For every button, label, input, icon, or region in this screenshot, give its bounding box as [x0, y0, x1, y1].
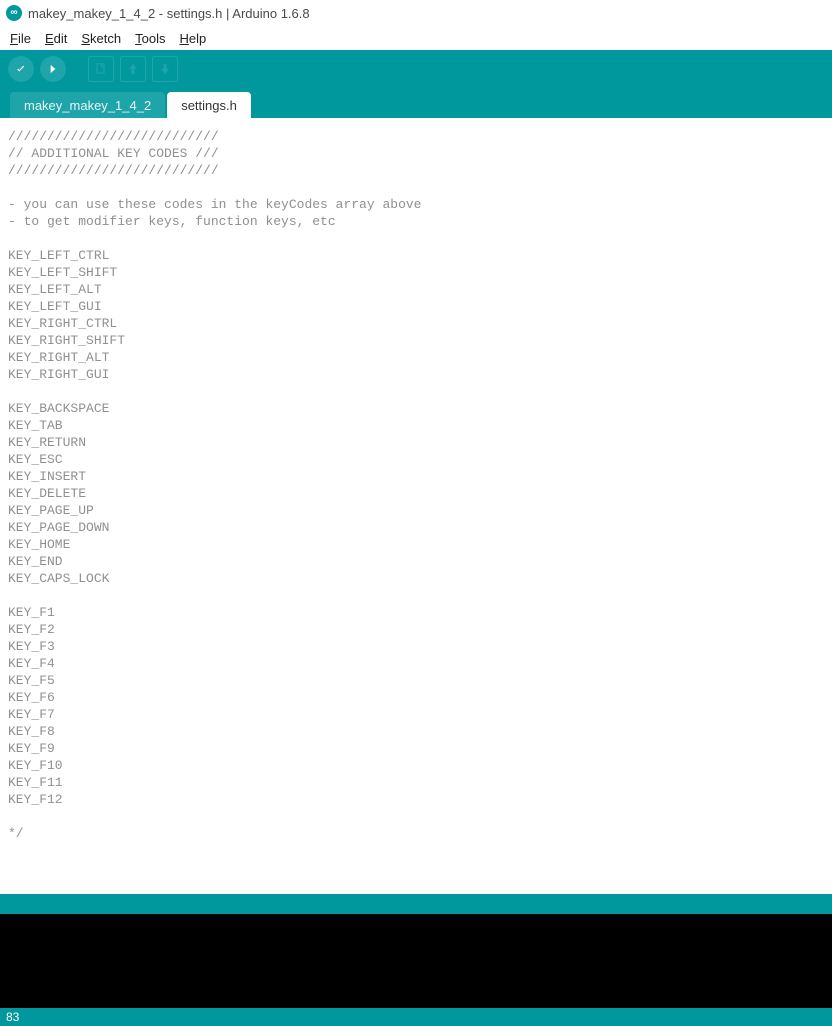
upload-button[interactable] — [40, 56, 66, 82]
menu-edit[interactable]: Edit — [39, 29, 73, 48]
arrow-down-icon — [158, 62, 172, 76]
titlebar: makey_makey_1_4_2 - settings.h | Arduino… — [0, 0, 832, 26]
arduino-logo-icon — [6, 5, 22, 21]
console-panel — [0, 914, 832, 1008]
footer-bar: 83 — [0, 1008, 832, 1026]
menu-help[interactable]: Help — [173, 29, 212, 48]
open-button[interactable] — [120, 56, 146, 82]
menu-sketch[interactable]: Sketch — [75, 29, 127, 48]
status-bar — [0, 894, 832, 914]
verify-button[interactable] — [8, 56, 34, 82]
code-content: /////////////////////////// // ADDITIONA… — [8, 128, 824, 842]
menu-file[interactable]: File — [4, 29, 37, 48]
tab-sketch[interactable]: makey_makey_1_4_2 — [10, 92, 165, 118]
line-number: 83 — [6, 1010, 19, 1024]
save-button[interactable] — [152, 56, 178, 82]
menu-tools[interactable]: Tools — [129, 29, 171, 48]
arrow-right-icon — [46, 62, 60, 76]
tab-settings[interactable]: settings.h — [167, 92, 251, 118]
toolbar — [0, 50, 832, 88]
new-file-icon — [94, 62, 108, 76]
code-editor[interactable]: /////////////////////////// // ADDITIONA… — [0, 118, 832, 894]
new-button[interactable] — [88, 56, 114, 82]
check-icon — [14, 62, 28, 76]
menubar: File Edit Sketch Tools Help — [0, 26, 832, 50]
window-title: makey_makey_1_4_2 - settings.h | Arduino… — [28, 6, 310, 21]
arrow-up-icon — [126, 62, 140, 76]
tab-strip: makey_makey_1_4_2 settings.h — [0, 88, 832, 118]
